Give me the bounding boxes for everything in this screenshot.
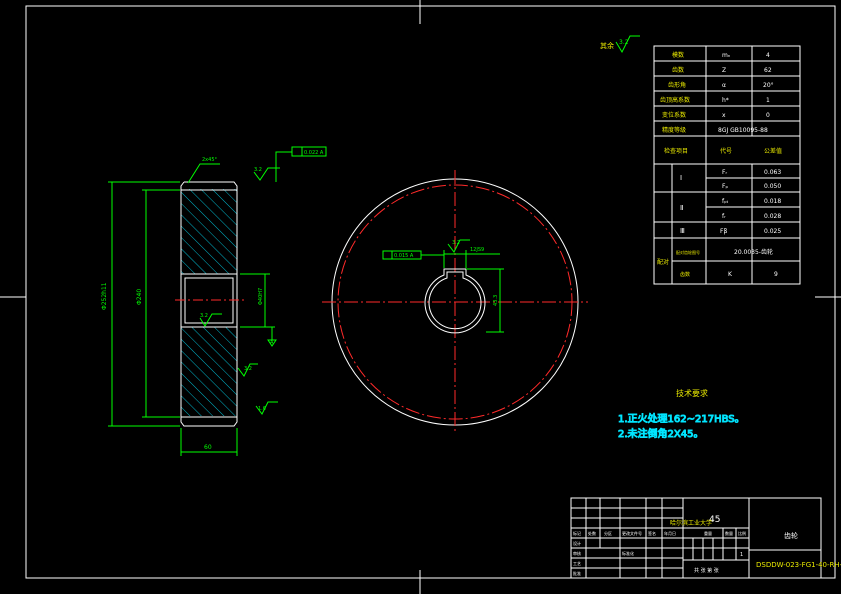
bore-dimension: Φ40H7 (258, 288, 264, 305)
chamfer-label: 2x45° (202, 157, 218, 163)
group-2-val-b: 0.028 (764, 213, 781, 220)
tech-note-1: 1.正火处理162~217HBS。 (618, 413, 745, 425)
gear-section-upper (181, 189, 237, 274)
surface-note-label: 其余 (600, 41, 614, 50)
param-sym-addendum: h* (722, 97, 729, 104)
roughness-bore: 3.2 (200, 313, 208, 319)
roughness-top: 3.2 (254, 167, 262, 173)
pair-row2-name: 齿数 (680, 271, 690, 278)
runout-value: 0.022 A (304, 150, 324, 156)
param-sym-teeth: Z (722, 67, 726, 74)
roughness-bottom: 1.6 (258, 406, 266, 412)
param-val-accuracy: 8GJ GB10095-88 (718, 127, 768, 134)
pair-label: 配对 (657, 258, 669, 266)
part-name: 齿轮 (784, 531, 798, 540)
gear-section-lower (181, 327, 237, 416)
group-3-sym-a: Fβ (720, 228, 727, 235)
roughness-face: 3.2 (244, 366, 252, 372)
param-name-shift: 变位系数 (662, 111, 686, 119)
od-dimension: Φ252h11 (101, 282, 108, 310)
title-row-count: 处数 (588, 530, 596, 536)
param-name-addendum: 齿顶高系数 (660, 96, 690, 104)
title-left-design: 设计 (573, 540, 581, 546)
param-val-angle: 20° (763, 82, 774, 89)
param-name-teeth: 齿数 (672, 66, 684, 74)
symmetry-value: 0.015 A (394, 253, 414, 259)
group-2-sym-b: fᵣ (722, 213, 726, 220)
check-header-val: 公差值 (764, 147, 782, 155)
scale-label: 比例 (738, 530, 746, 536)
group-1-val-a: 0.063 (764, 169, 781, 176)
param-name-angle: 齿形角 (668, 81, 686, 89)
param-val-teeth: 62 (764, 67, 772, 74)
check-header-name: 检查项目 (664, 147, 688, 155)
scale-value: 1 (740, 552, 743, 558)
title-inline: 哈尔滨工业大学 (670, 519, 712, 527)
param-sym-shift: x (722, 112, 726, 119)
check-header-sym: 代号 (720, 147, 732, 155)
group-1-val-b: 0.050 (764, 183, 781, 190)
tech-note-2: 2.未注倒角2X45。 (618, 427, 703, 440)
param-name-accuracy: 精度等级 (662, 126, 686, 134)
pair-row1-name: 配对齿轮图号 (676, 249, 700, 255)
group-2-sym-a: fₚₜ (722, 198, 729, 205)
group-1-sym-a: Fᵣ (722, 169, 727, 176)
title-left-standard: 标准化 (622, 550, 634, 556)
param-val-module: 4 (766, 52, 770, 59)
keyway-roughness: 3.2 (452, 240, 460, 246)
group-1-sym-b: Fₚ (722, 183, 728, 190)
param-name-module: 模数 (672, 51, 684, 59)
param-val-addendum: 1 (766, 97, 770, 104)
title-row-change: 更改文件号 (622, 530, 642, 536)
group-2-label: Ⅱ (680, 204, 683, 212)
root-dimension: Φ240 (136, 289, 143, 305)
gear-drawing-sheet: 其余 3.2 Φ252h11 Φ240 60 2x45° Φ40H7 0.022… (0, 0, 841, 594)
group-3-val-a: 0.025 (764, 228, 781, 235)
group-1-label: Ⅰ (680, 174, 682, 182)
title-row-date: 年月日 (664, 530, 676, 536)
keyway-depth: 43.3 (493, 295, 499, 306)
title-left-review: 审核 (573, 550, 581, 556)
count-label: 数量 (725, 530, 733, 536)
title-left-process: 工艺 (573, 561, 581, 566)
group-3-label: Ⅲ (680, 227, 685, 235)
param-sym-module: mₙ (722, 52, 731, 59)
keyway-width: 12JS9 (470, 247, 484, 253)
tech-notes-title: 技术要求 (676, 388, 708, 398)
pair-row1-val: 20.0035-齿轮 (734, 248, 773, 256)
title-left-approve: 批准 (573, 570, 581, 576)
datum-label: A (270, 340, 274, 346)
title-row-zone: 分区 (604, 530, 612, 536)
title-row-sign: 签名 (648, 530, 656, 536)
param-sym-angle: α (722, 82, 726, 89)
title-row-mark: 标记 (573, 530, 581, 536)
weight-label: 重量 (704, 530, 712, 536)
group-2-val-a: 0.018 (764, 198, 781, 205)
pair-row2-val: 9 (774, 271, 778, 278)
width-dimension: 60 (204, 444, 212, 451)
param-val-shift: 0 (766, 112, 770, 119)
drawing-number: DSDDW-023-FG1-40-RH-42 (756, 561, 841, 569)
sheet-count: 共 张 第 张 (694, 567, 719, 574)
